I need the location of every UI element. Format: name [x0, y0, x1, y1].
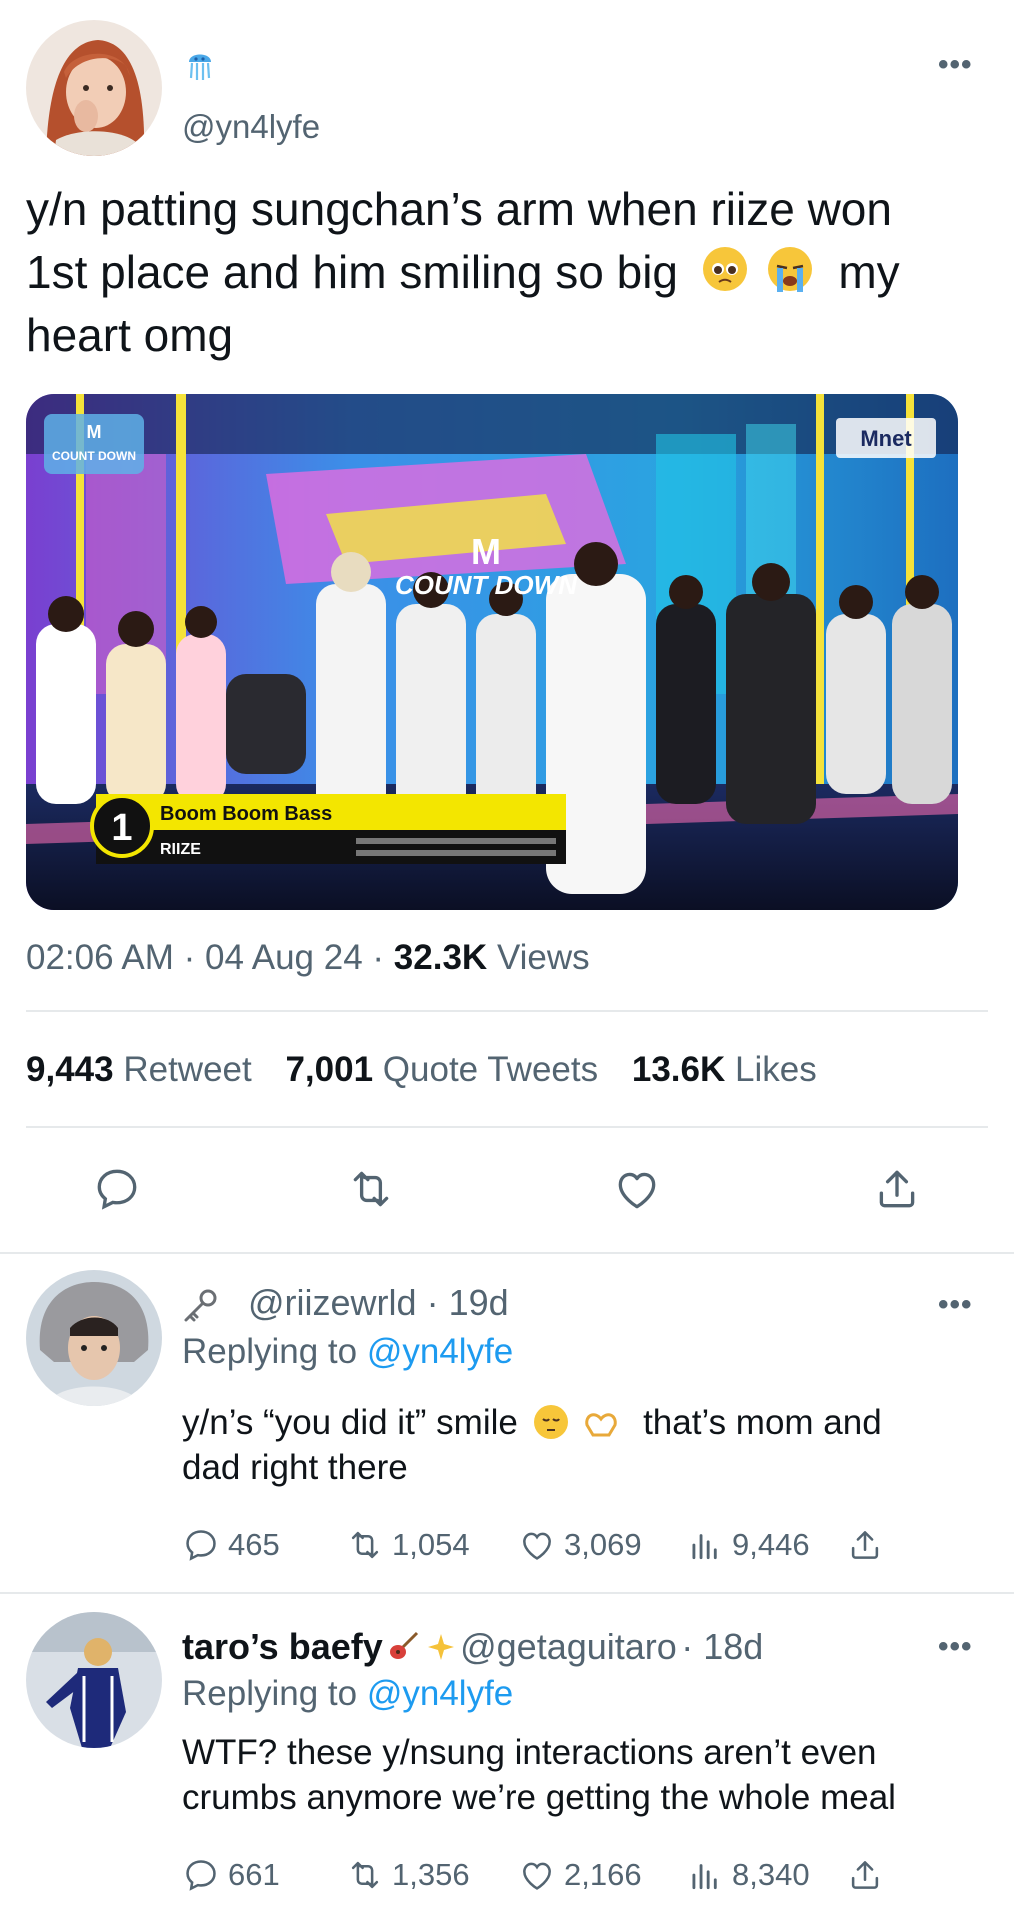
retweet-icon — [351, 1531, 379, 1559]
engagement-stats: 9,443 Retweet 7,001 Quote Tweets 13.6K L… — [26, 1050, 817, 1090]
reply-avatar[interactable] — [26, 1612, 162, 1748]
stage-logo-m: M — [471, 531, 501, 572]
reply-age: · 19d — [426, 1282, 509, 1323]
author-avatar[interactable] — [26, 20, 162, 156]
tweet-text-line: heart omg — [26, 309, 234, 361]
reply-avatar[interactable] — [26, 1270, 162, 1406]
reply-display-name[interactable]: taro’s baefy — [182, 1626, 383, 1667]
heart-hands-emoji-icon — [583, 1403, 619, 1437]
reply-actions: 465 1,054 3,069 9,446 — [182, 1526, 902, 1570]
reply-reply-button[interactable]: 465 — [182, 1526, 280, 1564]
reply-retweet-button[interactable]: 1,356 — [346, 1856, 470, 1894]
tweet-metadata: 02:06 AM · 04 Aug 24 · 32.3K Views — [26, 938, 590, 978]
like-icon — [523, 1862, 551, 1890]
views-count: 32.3K — [393, 938, 488, 977]
sparkle-emoji-icon — [426, 1632, 456, 1662]
reply-like-button[interactable]: 3,069 — [518, 1526, 642, 1564]
separator: · — [372, 938, 385, 977]
reply-age: · 18d — [681, 1626, 764, 1667]
share-icon — [851, 1531, 879, 1559]
more-options-icon[interactable]: ••• — [938, 1632, 973, 1662]
reply-text: y/n’s “you did it” smile that’s mom and … — [182, 1403, 882, 1487]
section-divider — [0, 1592, 1014, 1594]
tweet-text-line: 1st place and him smiling so big my — [26, 246, 900, 298]
more-options-icon[interactable]: ••• — [938, 50, 973, 80]
song-title: Boom Boom Bass — [160, 803, 332, 825]
reply-handle[interactable]: @getaguitaro — [460, 1626, 677, 1667]
reply-share-button[interactable] — [846, 1526, 892, 1564]
stage-logo: COUNT DOWN — [395, 570, 578, 600]
separator: · — [183, 938, 196, 977]
like-icon[interactable] — [612, 1164, 662, 1214]
views-icon — [692, 1534, 717, 1560]
tweet-text: y/n patting sungchan’s arm when riize wo… — [26, 178, 986, 367]
mention-link[interactable]: @yn4lyfe — [367, 1332, 513, 1371]
reply-header: taro’s baefy @getaguitaro · 18d — [182, 1626, 763, 1668]
loudly-crying-face-emoji-icon — [767, 247, 812, 292]
author-handle[interactable]: @yn4lyfe — [182, 108, 320, 146]
like-icon — [523, 1532, 551, 1560]
retweets-stat[interactable]: 9,443 Retweet — [26, 1050, 261, 1089]
share-icon — [851, 1861, 879, 1889]
pensive-face-emoji-icon — [533, 1405, 568, 1439]
reply-handle[interactable]: @riizewrld — [248, 1282, 417, 1323]
pleading-face-emoji-icon — [702, 247, 747, 291]
section-divider — [0, 1252, 1014, 1254]
tweet-text-line: y/n patting sungchan’s arm when riize wo… — [26, 183, 892, 235]
jellyfish-emoji-icon — [186, 48, 214, 82]
divider — [26, 1126, 988, 1128]
views-icon — [692, 1864, 717, 1890]
reply-header: @riizewrld · 19d — [248, 1282, 509, 1324]
reply-like-button[interactable]: 2,166 — [518, 1856, 642, 1894]
replying-to: Replying to @yn4lyfe — [182, 1674, 514, 1713]
key-icon — [180, 1286, 220, 1326]
quotes-stat[interactable]: 7,001 Quote Tweets — [285, 1050, 607, 1089]
artist-name: RIIZE — [160, 841, 201, 858]
mention-link[interactable]: @yn4lyfe — [367, 1674, 513, 1713]
tweet-media-image[interactable]: M COUNT DOWN M COUNT DOWN Mnet 1 Boom Bo… — [26, 394, 958, 910]
guitar-emoji-icon — [387, 1629, 421, 1663]
tweet-date: 04 Aug 24 — [205, 938, 363, 977]
rank-badge: 1 — [111, 807, 132, 849]
reply-retweet-button[interactable]: 1,054 — [346, 1526, 470, 1564]
more-options-icon[interactable]: ••• — [938, 1290, 973, 1320]
reply-icon[interactable] — [92, 1164, 142, 1214]
reply-views-button[interactable]: 9,446 — [686, 1526, 810, 1564]
retweet-icon — [351, 1861, 379, 1889]
reply-reply-button[interactable]: 661 — [182, 1856, 280, 1894]
views-label: Views — [496, 938, 590, 977]
stage-photo: M COUNT DOWN M COUNT DOWN Mnet 1 Boom Bo… — [26, 394, 958, 910]
divider — [26, 1010, 988, 1012]
tweet-time: 02:06 AM — [26, 938, 174, 977]
reply-actions: 661 1,356 2,166 8,340 — [182, 1856, 902, 1900]
network-logo: Mnet — [860, 426, 912, 451]
reply-icon — [186, 1530, 216, 1561]
likes-stat[interactable]: 13.6K Likes — [632, 1050, 817, 1089]
reply-views-button[interactable]: 8,340 — [686, 1856, 810, 1894]
retweet-icon[interactable] — [346, 1164, 396, 1214]
corner-logo-m: M — [87, 422, 102, 442]
reply-share-button[interactable] — [846, 1856, 892, 1894]
corner-logo: COUNT DOWN — [52, 449, 136, 463]
reply-icon — [186, 1860, 216, 1891]
reply-text: WTF? these y/nsung interactions aren’t e… — [182, 1733, 896, 1817]
share-icon[interactable] — [872, 1164, 922, 1214]
replying-to: Replying to @yn4lyfe — [182, 1332, 514, 1371]
